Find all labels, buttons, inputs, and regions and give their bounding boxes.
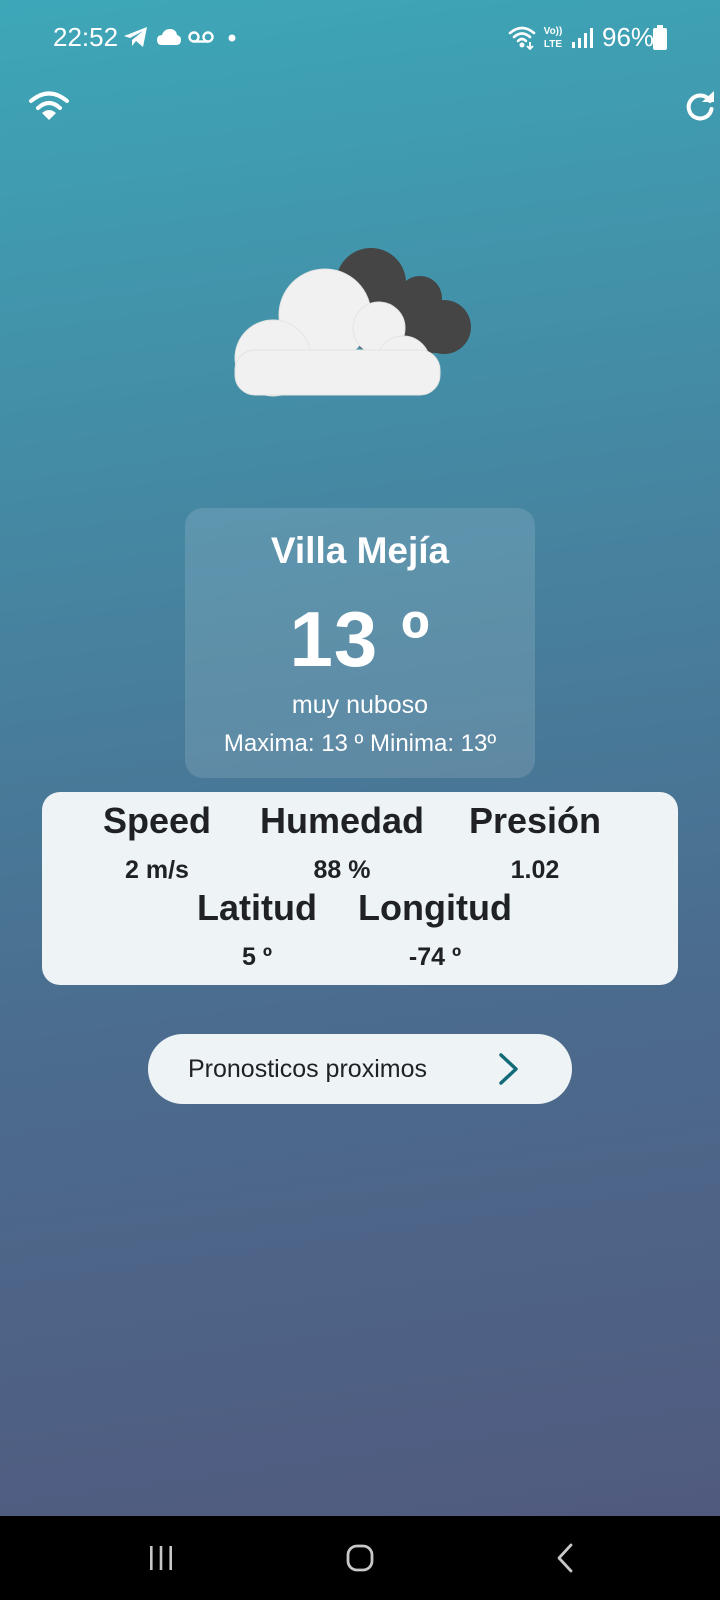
home-button[interactable] [330, 1536, 390, 1580]
svg-text:LTE: LTE [544, 39, 562, 50]
svg-text:Vo)): Vo)) [544, 26, 563, 37]
city-name: Villa Mejía [270, 530, 450, 571]
weather-summary-card: Villa Mejía 13 º muy nuboso Maxima: 13 º… [185, 508, 535, 778]
system-navigation-bar [0, 1516, 720, 1600]
weather-details-card: Speed 2 m/s Humedad 88 % Presión 1.02 La… [42, 792, 678, 985]
battery-icon [653, 25, 667, 50]
status-bar: 22:52 Vo)) LTE 96% [0, 0, 720, 76]
signal-icon [572, 28, 593, 48]
longitude-value: -74 º [408, 943, 462, 971]
latitude-metric: Latitud 5 º [187, 887, 327, 972]
min-max-temperature: Maxima: 13 º Minima: 13º [223, 730, 497, 757]
latitude-value: 5 º [242, 943, 272, 971]
pressure-label: Presión [468, 800, 602, 841]
recent-apps-icon [150, 1546, 172, 1570]
latitude-label: Latitud [197, 887, 317, 928]
humidity-metric: Humedad 88 % [250, 800, 434, 885]
pressure-value: 1.02 [510, 856, 560, 884]
recent-apps-button[interactable] [131, 1536, 191, 1580]
back-icon [557, 1543, 573, 1573]
back-button[interactable] [535, 1536, 595, 1580]
volte-icon: Vo)) LTE [544, 26, 563, 50]
weather-description: muy nuboso [291, 691, 429, 719]
wifi-calling-icon [508, 26, 536, 50]
humidity-label: Humedad [259, 800, 425, 841]
voicemail-icon [188, 31, 214, 43]
humidity-value: 88 % [313, 856, 371, 884]
longitude-label: Longitud [358, 887, 512, 928]
wifi-icon[interactable] [28, 90, 70, 122]
current-temperature: 13 º [289, 595, 431, 683]
cloud-icon [157, 29, 181, 45]
home-icon [346, 1544, 374, 1572]
cloudy-icon [234, 248, 471, 397]
chevron-right-icon [499, 1053, 518, 1085]
speed-value: 2 m/s [125, 856, 189, 884]
forecast-button-label: Pronosticos proximos [188, 1055, 427, 1083]
speed-metric: Speed 2 m/s [92, 800, 222, 885]
telegram-icon [124, 27, 147, 47]
battery-percent: 96% [602, 22, 655, 52]
speed-label: Speed [102, 800, 212, 841]
dot-icon [228, 34, 236, 42]
pressure-metric: Presión 1.02 [460, 800, 610, 885]
longitude-metric: Longitud -74 º [352, 887, 518, 972]
forecast-button[interactable]: Pronosticos proximos [148, 1034, 572, 1104]
refresh-icon[interactable] [684, 90, 716, 122]
status-time: 22:52 [53, 22, 119, 52]
